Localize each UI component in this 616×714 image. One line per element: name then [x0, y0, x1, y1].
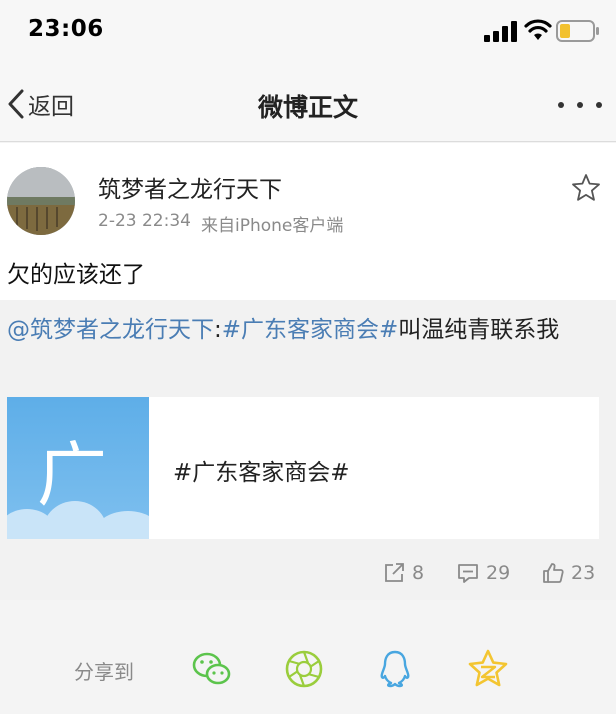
navigation-bar: 返回 微博正文: [0, 64, 616, 142]
thumbs-up-icon: [543, 563, 564, 583]
repost-colon: :: [214, 317, 222, 343]
comment-count: 29: [486, 562, 511, 584]
cellular-signal-icon: [484, 21, 517, 42]
topic-link[interactable]: #广东客家商会#: [222, 317, 399, 343]
status-bar: 23:06: [0, 0, 616, 64]
page-title: 微博正文: [257, 93, 358, 122]
more-dot-icon: [577, 102, 583, 108]
card-title: #广东客家商会#: [173, 460, 350, 486]
topic-thumbnail: 广: [7, 397, 149, 539]
more-dot-icon: [596, 102, 602, 108]
mention-link[interactable]: @筑梦者之龙行天下: [7, 317, 214, 343]
avatar-landscape-image: [7, 167, 75, 235]
share-label: 分享到: [74, 660, 134, 684]
repost-text: @筑梦者之龙行天下:#广东客家商会#叫温纯青联系我: [7, 312, 607, 348]
more-options-button[interactable]: [558, 102, 602, 110]
share-square-icon: [385, 563, 404, 582]
qzone-icon[interactable]: [467, 648, 509, 690]
post-meta: 2-23 22:34 来自iPhone客户端: [98, 211, 343, 236]
repost-body: 叫温纯青联系我: [398, 317, 560, 343]
qq-icon[interactable]: [374, 648, 416, 690]
repost-count: 8: [412, 562, 425, 584]
like-button[interactable]: 23: [541, 558, 595, 588]
battery-icon: [556, 20, 599, 42]
status-time: 23:06: [28, 16, 104, 42]
moments-icon[interactable]: [283, 648, 325, 690]
post-source: 来自iPhone客户端: [200, 216, 344, 236]
reposted-content[interactable]: @筑梦者之龙行天下:#广东客家商会#叫温纯青联系我 广 #广东客家商会# 8 2…: [0, 300, 616, 600]
more-dot-icon: [558, 102, 564, 108]
topic-card[interactable]: 广 #广东客家商会#: [7, 397, 599, 539]
post-text: 欠的应该还了: [7, 262, 145, 288]
thumbnail-glyph: 广: [37, 434, 107, 516]
like-count: 23: [571, 562, 596, 584]
repost-button[interactable]: 8: [382, 558, 424, 588]
avatar[interactable]: [7, 167, 75, 235]
author-name[interactable]: 筑梦者之龙行天下: [98, 170, 282, 204]
weibo-post: 筑梦者之龙行天下 2-23 22:34 来自iPhone客户端 欠的应该还了: [0, 143, 616, 300]
post-date: 2-23 22:34: [98, 211, 191, 231]
wifi-icon: [524, 19, 552, 40]
comment-icon: [458, 564, 478, 583]
action-bar: 8 29 23: [0, 558, 616, 588]
wechat-icon[interactable]: [191, 648, 233, 690]
comment-button[interactable]: 29: [456, 558, 510, 588]
star-icon[interactable]: [571, 173, 601, 203]
share-bar: 分享到: [0, 600, 616, 714]
